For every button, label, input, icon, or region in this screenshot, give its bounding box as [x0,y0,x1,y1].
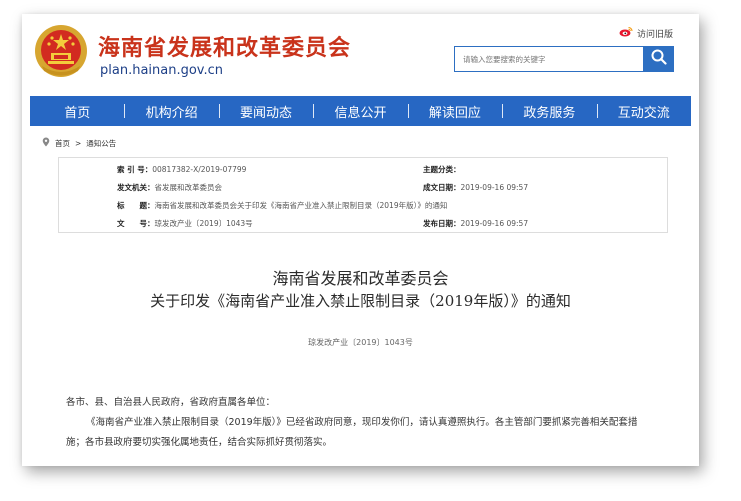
breadcrumb-separator: > [75,138,82,148]
breadcrumb-home[interactable]: 首页 [55,138,70,149]
nav-item-home[interactable]: 首页 [30,96,124,126]
article-doc-number: 琼发改产业〔2019〕1043号 [308,338,413,347]
meta-pubdate-value: 2019-09-16 09:57 [460,219,529,228]
location-pin-icon [42,137,50,149]
nav-item-news[interactable]: 要闻动态 [218,96,313,126]
breadcrumb-current[interactable]: 通知公告 [86,138,116,149]
main-nav: 首页 机构介绍 要闻动态 信息公开 解读回应 政务服务 互动交流 [30,96,691,126]
nav-item-interpretation[interactable]: 解读回应 [407,96,502,126]
meta-title-value: 海南省发展和改革委员会关于印发《海南省产业准入禁止限制目录（2019年版）》的通… [154,201,448,210]
meta-date-value: 2019-09-16 09:57 [460,183,529,192]
meta-date: 成文日期：2019-09-16 09:57 [423,182,528,193]
meta-pubdate: 发布日期：2019-09-16 09:57 [423,218,528,229]
breadcrumb: 首页 > 通知公告 [42,137,116,149]
meta-issuer-label: 发文机关： [117,183,155,192]
site-url[interactable]: plan.hainan.gov.cn [100,63,223,78]
document-meta-table: 索 引 号：00817382-X/2019-07799 主题分类： 发文机关：省… [58,157,668,233]
article-paragraph-line2: 施；各市县政府要切实强化属地责任，结合实际抓好贯彻落实。 [66,437,333,448]
nav-item-services[interactable]: 政务服务 [502,96,596,126]
meta-topic: 主题分类： [423,164,461,175]
nav-item-about[interactable]: 机构介绍 [124,96,218,126]
meta-docno: 文 号：琼发改产业〔2019〕1043号 [117,218,253,229]
meta-index-value: 00817382-X/2019-07799 [152,165,247,174]
site-title[interactable]: 海南省发展和改革委员会 [98,30,351,62]
national-emblem-icon [34,24,88,78]
nav-item-disclosure[interactable]: 信息公开 [313,96,407,126]
meta-date-label: 成文日期： [423,183,461,192]
article-salutation: 各市、县、自治县人民政府，省政府直属各单位： [66,397,276,408]
search-box [454,46,644,72]
article-title-line2: 关于印发《海南省产业准入禁止限制目录（2019年版）》的通知 [150,292,571,310]
meta-index: 索 引 号：00817382-X/2019-07799 [117,164,246,175]
meta-index-label: 索 引 号： [117,165,153,174]
meta-issuer: 发文机关：省发展和改革委员会 [117,182,222,193]
search-icon [651,49,667,69]
page-card: 海南省发展和改革委员会 plan.hainan.gov.cn 访问旧版 首页 机… [22,14,699,466]
search-input[interactable] [455,47,635,72]
nav-item-interaction[interactable]: 互动交流 [596,96,691,126]
article-paragraph-line1: 《海南省产业准入禁止限制目录（2019年版）》已经省政府同意，现印发你们，请认真… [86,417,638,428]
meta-title: 标 题：海南省发展和改革委员会关于印发《海南省产业准入禁止限制目录（2019年版… [117,200,447,211]
old-version-label: 访问旧版 [636,29,673,40]
meta-docno-value: 琼发改产业〔2019〕1043号 [154,219,253,228]
search-button[interactable] [644,46,674,72]
meta-topic-label: 主题分类： [423,165,461,174]
weibo-icon [619,26,633,40]
article-title-line1: 海南省发展和改革委员会 [272,269,449,288]
meta-pubdate-label: 发布日期： [423,219,461,228]
meta-docno-label: 文 号： [117,219,155,228]
old-version-link[interactable]: 访问旧版 [619,26,673,40]
meta-issuer-value: 省发展和改革委员会 [154,183,223,192]
meta-title-label: 标 题： [117,201,155,210]
